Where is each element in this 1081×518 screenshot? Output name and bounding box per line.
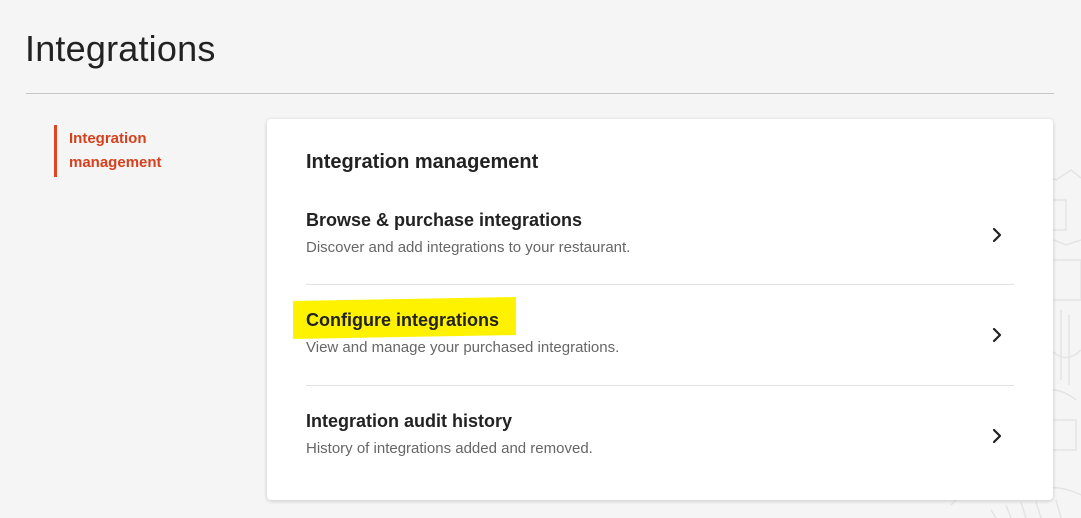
chevron-right-icon	[992, 428, 1002, 444]
integration-management-card: Integration management Browse & purchase…	[267, 119, 1053, 500]
list-item-description: History of integrations added and remove…	[306, 440, 593, 457]
list-item-title: Configure integrations	[306, 310, 499, 330]
list-item-description: Discover and add integrations to your re…	[306, 239, 631, 256]
list-item-description: View and manage your purchased integrati…	[306, 339, 620, 356]
sidebar-item-integration-management[interactable]: Integration management	[54, 125, 224, 177]
card-title: Integration management	[306, 151, 539, 173]
integration-audit-history-link[interactable]: Integration audit history History of int…	[306, 386, 1014, 486]
page-title: Integrations	[25, 28, 216, 69]
title-divider	[26, 93, 1054, 94]
chevron-right-icon	[992, 327, 1002, 343]
list-item-title: Integration audit history	[306, 411, 513, 431]
chevron-right-icon	[992, 227, 1002, 243]
sidebar-item-label: Integration management	[69, 130, 162, 171]
list-item-title: Browse & purchase integrations	[306, 210, 583, 230]
side-nav: Integration management	[54, 125, 224, 177]
browse-purchase-integrations-link[interactable]: Browse & purchase integrations Discover …	[306, 185, 1014, 283]
configure-integrations-link[interactable]: Configure integrations View and manage y…	[293, 285, 1014, 385]
